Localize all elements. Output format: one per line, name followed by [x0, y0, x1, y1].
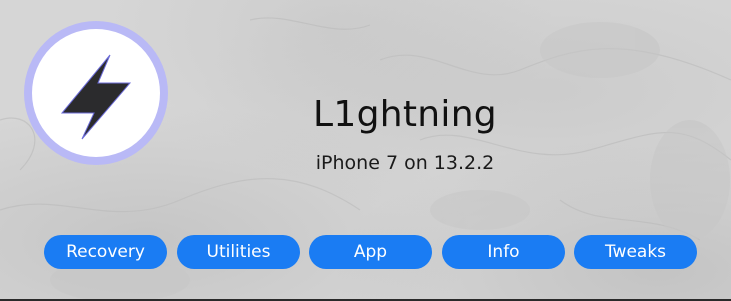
utilities-button[interactable]: Utilities	[177, 235, 300, 269]
tweaks-button[interactable]: Tweaks	[574, 235, 697, 269]
recovery-button[interactable]: Recovery	[44, 235, 167, 269]
lightning-bolt-icon	[60, 54, 132, 140]
app-title: L1ghtning	[313, 94, 497, 135]
device-info: iPhone 7 on 13.2.2	[315, 152, 495, 174]
app-logo-ring	[24, 21, 168, 165]
info-button[interactable]: Info	[442, 235, 565, 269]
app-logo	[32, 29, 160, 157]
app-button[interactable]: App	[309, 235, 432, 269]
